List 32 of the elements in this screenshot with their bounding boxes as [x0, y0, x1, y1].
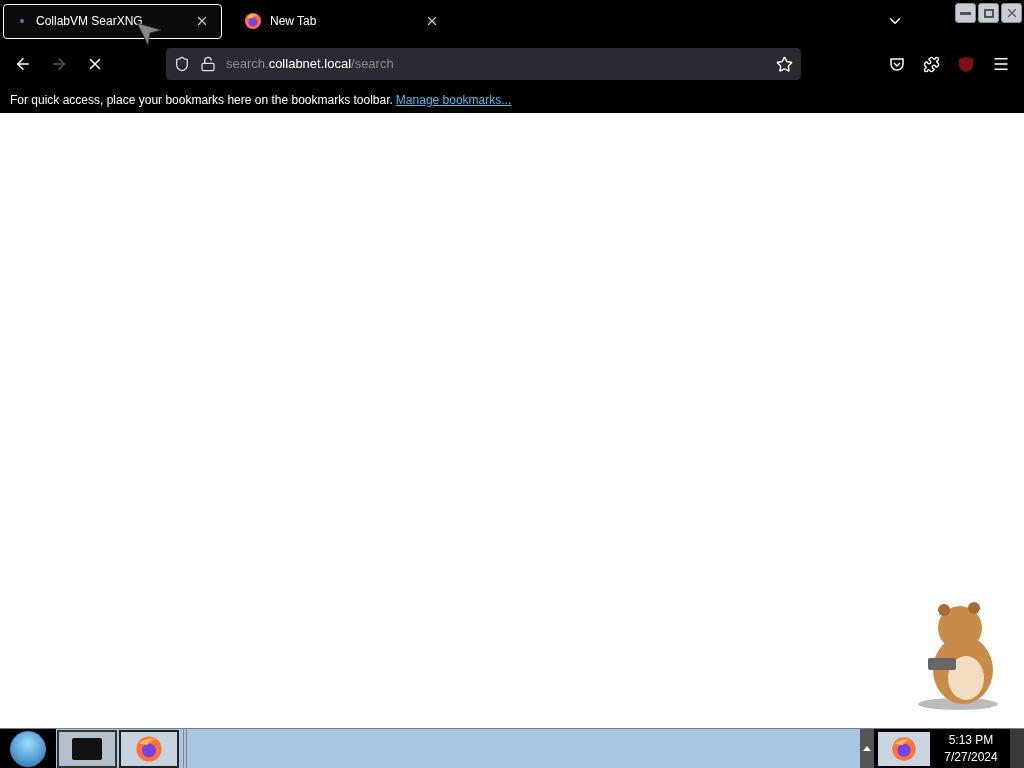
start-button[interactable] [10, 730, 46, 767]
lock-icon[interactable] [200, 56, 216, 72]
clock-time: 5:13 PM [948, 731, 994, 749]
firefox-icon [135, 734, 163, 763]
minimize-window-button[interactable] [955, 3, 976, 23]
restore-window-button[interactable] [978, 3, 999, 23]
tab-title: CollabVM SearXNG [36, 13, 144, 30]
tab-title: New Tab [270, 13, 318, 30]
bookmarks-hint: For quick access, place your bookmarks here on the bookmarks toolbar. [10, 91, 393, 109]
close-icon[interactable] [425, 14, 439, 28]
firefox-icon [244, 12, 262, 30]
taskbar-button[interactable] [57, 729, 117, 768]
terminal-icon [72, 737, 102, 760]
pocket-icon[interactable] [889, 56, 905, 72]
taskbar-button[interactable] [119, 729, 179, 768]
extensions-icon[interactable] [923, 55, 940, 73]
back-icon[interactable] [14, 55, 32, 73]
menu-icon[interactable] [992, 55, 1010, 73]
firefox-icon [891, 735, 917, 762]
manage-bookmarks-link[interactable]: Manage bookmarks... [395, 90, 512, 109]
close-window-button[interactable] [1001, 3, 1022, 23]
clock-date: 7/27/2024 [944, 748, 998, 766]
address-field[interactable]: search.collabnet.local/search [166, 48, 801, 80]
close-icon[interactable] [195, 14, 209, 28]
tray-app-icon[interactable] [878, 731, 930, 766]
url-text: search.collabnet.local/search [226, 55, 395, 74]
bookmark-star-icon[interactable] [776, 55, 793, 73]
favicon-icon [20, 19, 24, 23]
browser-tab[interactable]: New Tab [232, 3, 451, 39]
browser-tab[interactable]: CollabVM SearXNG [3, 3, 222, 39]
shield-icon[interactable] [174, 56, 190, 72]
forward-icon[interactable] [50, 55, 68, 73]
